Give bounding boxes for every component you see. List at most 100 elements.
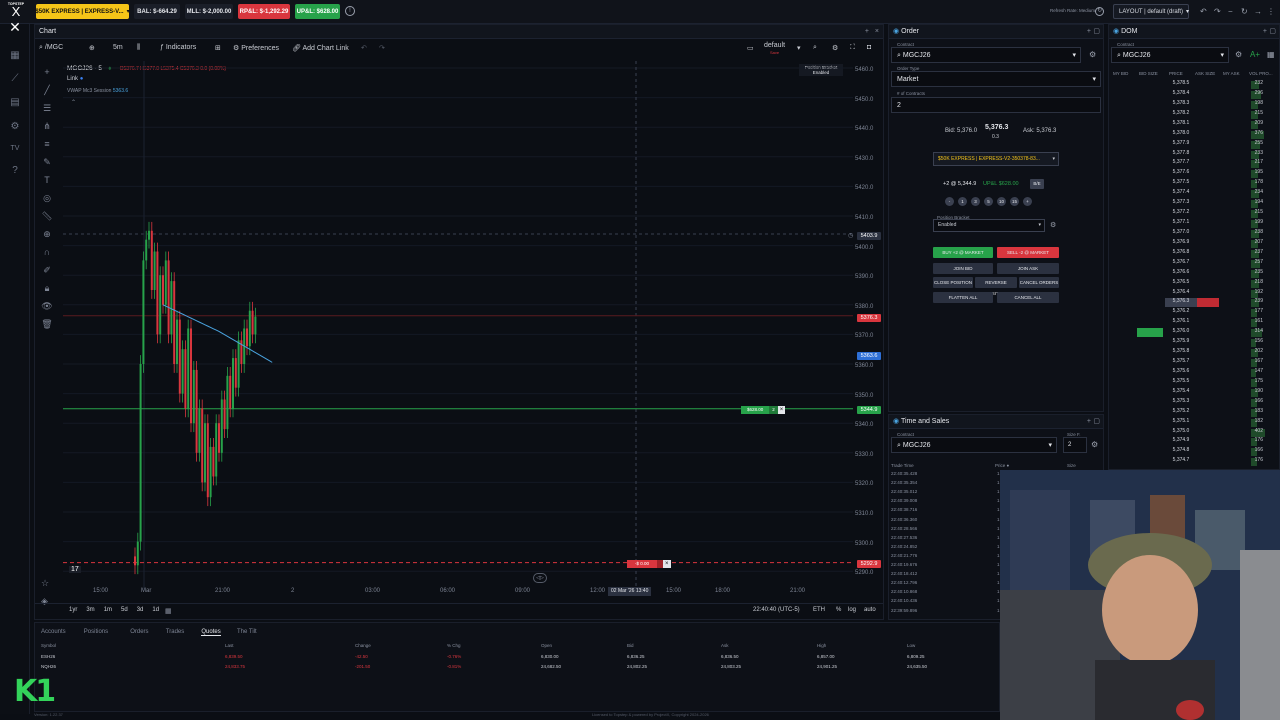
qty-button[interactable]: -	[945, 197, 954, 206]
dom-row[interactable]: 5,377.2 215	[1109, 209, 1279, 219]
sell-market-button[interactable]: SELL -2 @ MARKET	[997, 247, 1059, 258]
dom-row[interactable]: 5,377.1 199	[1109, 219, 1279, 229]
info-icon[interactable]: !	[345, 6, 355, 16]
add-icon[interactable]: +	[865, 25, 869, 38]
tab-positions[interactable]: Positions	[84, 629, 108, 635]
zoom-icon[interactable]: ⊕	[39, 229, 55, 247]
time-axis[interactable]: 15:00 Mar 21:00 2 03:00 06:00 09:00 12:00 15:00 1…	[63, 587, 853, 597]
grid-icon[interactable]: ▦	[1267, 50, 1275, 59]
order-type-select[interactable]: Market ▾	[891, 71, 1101, 87]
minus-icon[interactable]: −	[1228, 7, 1233, 16]
quote-cell-symbol[interactable]: NQH26	[41, 664, 56, 669]
quote-cell-symbol[interactable]: ESH26	[41, 654, 55, 659]
chevron-down-icon[interactable]: ▾	[797, 44, 801, 52]
dom-row[interactable]: 5,375.9 156	[1109, 338, 1279, 348]
session-button[interactable]: ETH	[813, 607, 825, 613]
undo-icon[interactable]: ↶	[361, 44, 367, 52]
dom-row[interactable]: 5,376.7 257	[1109, 259, 1279, 269]
calendar-icon[interactable]: ▦	[165, 607, 172, 615]
pencil-lock-icon[interactable]: ✐	[39, 265, 55, 283]
add-level-icon[interactable]: A+	[1250, 50, 1260, 59]
dom-row[interactable]: 5,376.5 218	[1109, 279, 1279, 289]
close-icon[interactable]: ▢	[1093, 415, 1100, 428]
breakeven-button[interactable]: B/E	[1030, 179, 1044, 189]
range-button-1m[interactable]: 1m	[104, 607, 112, 613]
bracket-select[interactable]: Enabled ▾	[933, 219, 1045, 232]
add-icon[interactable]: +	[1087, 415, 1091, 428]
lock-icon[interactable]: 🔒︎	[39, 283, 55, 301]
scroll-to-realtime-icon[interactable]: ◁▷	[533, 573, 547, 583]
dom-row[interactable]: 5,375.0 402	[1109, 428, 1279, 438]
flatten-all-button[interactable]: FLATTEN ALL	[933, 292, 993, 303]
add-icon[interactable]: +	[1087, 25, 1091, 38]
tab-quotes[interactable]: Quotes	[201, 629, 221, 636]
reload-icon[interactable]: ↻	[1241, 7, 1248, 16]
qty-button[interactable]: 5	[984, 197, 993, 206]
redo-icon[interactable]: ↷	[1214, 7, 1221, 16]
help-icon[interactable]: ?	[7, 164, 23, 178]
tab-the-tilt[interactable]: The Tilt	[237, 629, 257, 635]
magnet-icon[interactable]: ∩	[39, 247, 55, 265]
eye-icon[interactable]: 👁︎	[39, 301, 55, 319]
dom-row[interactable]: 5,377.5 178	[1109, 179, 1279, 189]
symbol-search[interactable]: ⌕ /MGC	[39, 44, 63, 52]
tradingview-logo-icon[interactable]: 17	[69, 566, 81, 573]
join-ask-button[interactable]: JOIN ASK	[997, 263, 1059, 274]
range-button-3d[interactable]: 3d	[137, 607, 144, 613]
price-chart[interactable]	[63, 61, 853, 591]
dom-row[interactable]: 5,377.8 233	[1109, 150, 1279, 160]
dom-row[interactable]: 5,376.6 235	[1109, 269, 1279, 279]
pattern-icon[interactable]: ◎	[39, 193, 55, 211]
add-symbol-icon[interactable]: ⊕	[89, 44, 95, 52]
chart-icon[interactable]: ⟋	[7, 72, 23, 86]
dom-row[interactable]: 5,377.9 255	[1109, 140, 1279, 150]
close-icon[interactable]: ▢	[1269, 25, 1276, 38]
x-logo-icon[interactable]: ✕	[7, 20, 23, 34]
grid-icon[interactable]: ▦	[7, 49, 23, 63]
bar-type-icon[interactable]: ⫼	[137, 44, 140, 52]
analytics-icon[interactable]: ▤	[7, 96, 23, 110]
layout-name[interactable]: default Save	[764, 42, 785, 56]
dom-row[interactable]: 5,375.4 190	[1109, 388, 1279, 398]
text-icon[interactable]: T	[39, 175, 55, 193]
redo-icon[interactable]: ↷	[379, 44, 385, 52]
qty-button[interactable]: +	[1023, 197, 1032, 206]
add-chart-link-button[interactable]: 🔗︎ Add Chart Link	[292, 44, 349, 52]
more-icon[interactable]: ⋮	[1267, 7, 1275, 16]
crosshair-icon[interactable]: +	[39, 67, 55, 85]
cancel-all-button[interactable]: CANCEL ALL	[997, 292, 1059, 303]
fib-icon[interactable]: ≡	[39, 139, 55, 157]
range-button-1d[interactable]: 1d	[152, 607, 159, 613]
dom-row[interactable]: 5,377.4 234	[1109, 189, 1279, 199]
dom-row[interactable]: 5,374.7 176	[1109, 457, 1279, 467]
refresh-icon[interactable]: ↻	[1095, 7, 1104, 16]
stop-order-tag[interactable]: -$ 0.00 ×	[627, 560, 671, 568]
price-axis[interactable]: 5460.0 5450.0 5440.0 5430.0 5420.0 5410.0 5400…	[853, 61, 883, 591]
position-order-tag[interactable]: $628.00 2 ×	[741, 406, 786, 414]
settings-icon[interactable]: ⚙	[1091, 440, 1098, 449]
close-position-button[interactable]: CLOSE POSITION	[933, 277, 973, 288]
dom-row[interactable]: 5,376.2 177	[1109, 308, 1279, 318]
dom-row[interactable]: 5,375.5 175	[1109, 378, 1279, 388]
undo-icon[interactable]: ↶	[1200, 7, 1207, 16]
dom-row[interactable]: 5,376.1 161	[1109, 318, 1279, 328]
reverse-position-button[interactable]: REVERSE POSITION	[975, 277, 1017, 296]
dom-row[interactable]: 5,375.8 202	[1109, 348, 1279, 358]
qty-button[interactable]: 15	[1010, 197, 1019, 206]
fullscreen-icon[interactable]: ⛶	[850, 44, 855, 52]
join-bid-button[interactable]: JOIN BID	[933, 263, 993, 274]
templates-icon[interactable]: ⊞	[215, 44, 221, 52]
cancel-orders-button[interactable]: CANCEL ORDERS	[1019, 277, 1059, 288]
range-button-1yr[interactable]: 1yr	[69, 607, 77, 613]
forward-icon[interactable]: →	[1254, 7, 1262, 16]
account-selector[interactable]: $50K EXPRESS | EXPRESS-V... ▾	[35, 4, 130, 19]
dom-row[interactable]: 5,375.2 183	[1109, 408, 1279, 418]
camera-icon[interactable]: ◘	[867, 44, 871, 51]
dom-row[interactable]: 5,377.6 195	[1109, 169, 1279, 179]
clock-label[interactable]: 22:40:40 (UTC-5)	[753, 607, 800, 613]
tab-trades[interactable]: Trades	[166, 629, 184, 635]
dom-row[interactable]: 5,377.0 238	[1109, 229, 1279, 239]
dom-row[interactable]: 5,375.6 147	[1109, 368, 1279, 378]
qty-button[interactable]: 3	[971, 197, 980, 206]
contract-select[interactable]: ⌕ MGCJ26 ▾	[891, 47, 1081, 63]
